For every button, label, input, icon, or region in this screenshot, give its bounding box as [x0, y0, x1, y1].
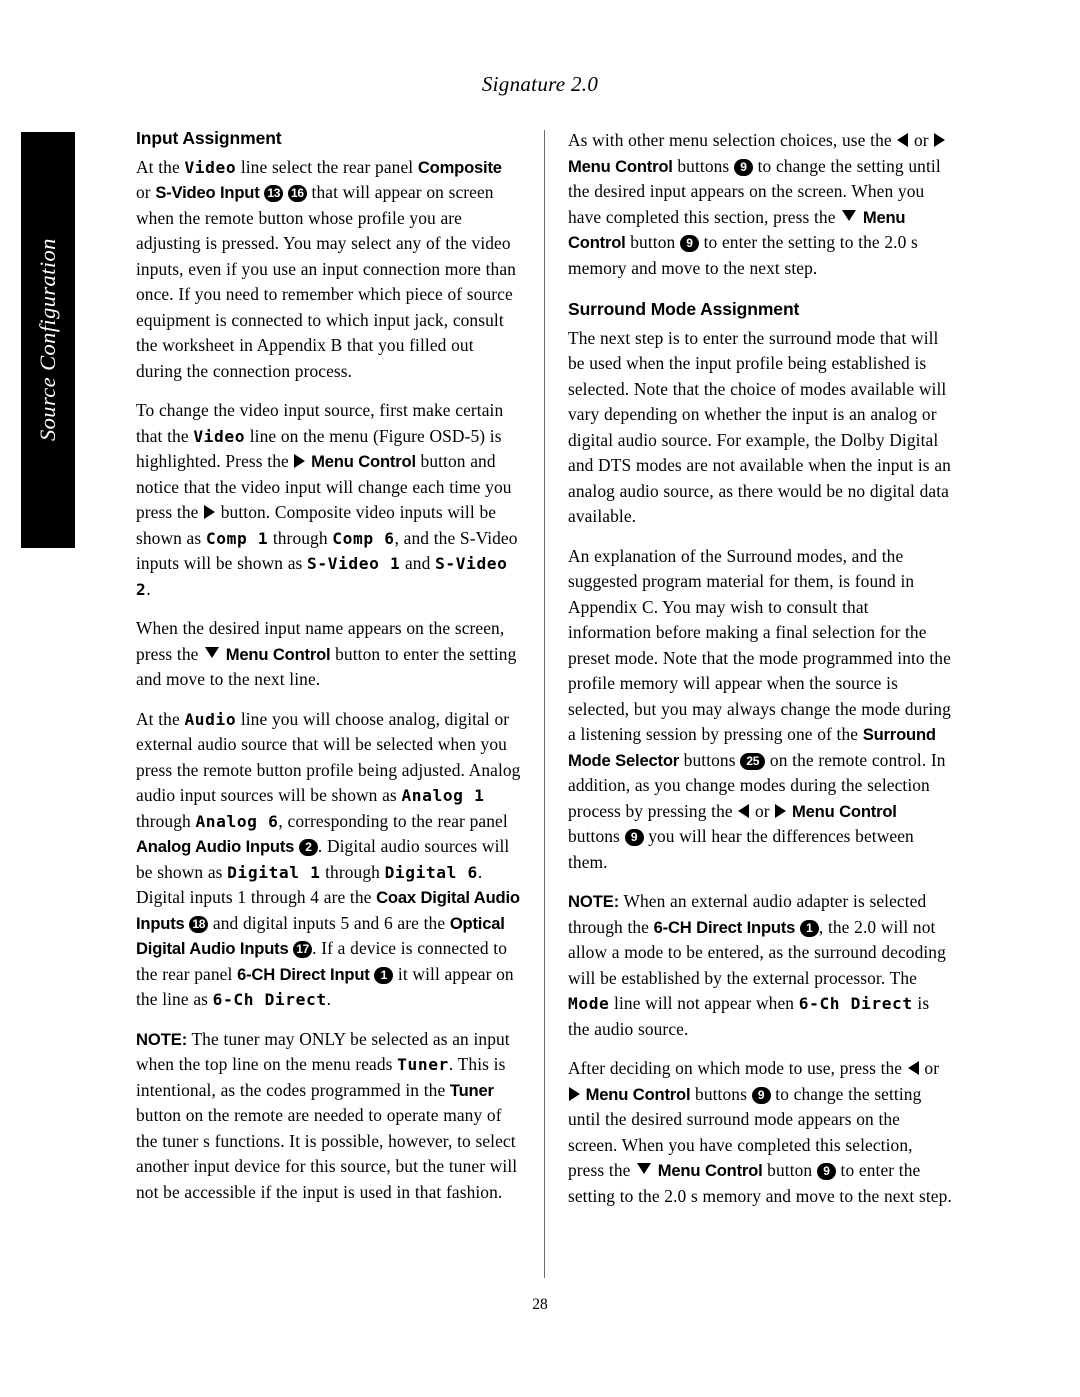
callout-number: 16 — [287, 185, 307, 203]
control-menu-control: Menu Control — [568, 156, 673, 176]
text: that will appear on screen when the remo… — [136, 182, 516, 381]
control-menu: Menu — [657, 1161, 701, 1181]
callout-number: 1 — [374, 966, 394, 984]
paragraph-surround-1: The next step is to enter the surround m… — [568, 326, 953, 530]
control-tuner: Tuner — [449, 1080, 494, 1100]
text: As with other menu selection choices, us… — [568, 130, 897, 150]
running-head: Signature 2.0 — [481, 72, 599, 96]
control-menu-control: Menu Control — [225, 644, 331, 664]
paragraph-input-assignment-4: At the Audio line you will choose analog… — [136, 707, 521, 1013]
control-menu-control: Menu Control — [311, 452, 416, 472]
lcd-comp-1: Comp 1 — [205, 528, 269, 548]
note-tuner: NOTE: The tuner may ONLY be selected as … — [136, 1027, 521, 1206]
callout-number: 9 — [751, 1086, 771, 1104]
text: . — [326, 989, 332, 1010]
control-menu-control: Menu Control — [792, 801, 897, 821]
control-analog-audio-inputs: Analog Audio Inputs — [136, 837, 295, 857]
arrow-down-icon — [842, 209, 857, 221]
text: , corresponding to the rear panel — [278, 810, 508, 831]
callout-number: 9 — [679, 235, 699, 252]
lcd-video: Video — [184, 157, 237, 177]
text: The next step is to enter the surround m… — [568, 327, 951, 527]
control-s-video-input: S-Video Input — [155, 183, 260, 203]
paragraph-input-assignment-3: When the desired input name appears on t… — [136, 616, 521, 693]
text: through — [268, 527, 333, 548]
note-label: NOTE: — [568, 892, 620, 912]
text: through — [136, 810, 196, 831]
lcd-video: Video — [193, 426, 246, 446]
text: buttons — [568, 826, 625, 847]
heading-input-assignment: Input Assignment — [136, 128, 282, 148]
text: buttons — [690, 1083, 752, 1104]
text: button — [625, 232, 680, 252]
control-6-ch-direct-input: 6-CH Direct Input — [237, 964, 370, 984]
text: or — [750, 800, 775, 821]
lcd-tuner: Tuner — [397, 1055, 449, 1075]
arrow-right-icon — [934, 133, 946, 147]
control-6-ch-direct-inputs: 6-CH Direct Inputs — [653, 917, 796, 937]
arrow-left-icon — [738, 803, 750, 818]
text: buttons — [679, 749, 741, 770]
paragraph-input-assignment-1: At the Video line select the rear panel … — [136, 155, 521, 385]
page-number: 28 — [532, 1296, 548, 1313]
text: . — [146, 578, 151, 599]
arrow-left-icon — [907, 1061, 919, 1076]
note-6-ch-direct: NOTE: When an external audio adapter is … — [568, 889, 953, 1042]
lcd-6-ch-direct: 6-Ch Direct — [212, 990, 327, 1010]
lcd-analog-1: Analog 1 — [401, 786, 485, 806]
text: or — [136, 182, 156, 203]
right-column: As with other menu selection choices, us… — [568, 128, 953, 1223]
control-control: Control — [704, 1161, 763, 1181]
arrow-right-icon — [775, 803, 787, 818]
callout-number: 25 — [740, 752, 766, 770]
callout-number: 17 — [293, 941, 313, 959]
text: After deciding on which mode to use, pre… — [568, 1058, 907, 1079]
left-column: Input Assignment At the Video line selec… — [136, 128, 521, 1219]
text: and — [400, 553, 436, 574]
column-divider — [544, 130, 545, 1278]
control-composite: Composite — [417, 157, 502, 177]
arrow-right-icon — [204, 505, 216, 520]
text: line will not appear when — [609, 993, 799, 1014]
callout-number: 9 — [624, 829, 644, 847]
lcd-analog-6: Analog 6 — [195, 811, 279, 831]
paragraph-input-assignment-2: To change the video input source, first … — [136, 398, 521, 602]
callout-number: 9 — [733, 158, 753, 176]
text: An explanation of the Surround modes, an… — [568, 545, 951, 745]
arrow-down-icon — [205, 646, 220, 658]
text: button — [762, 1160, 817, 1181]
paragraph-menu-control-1: As with other menu selection choices, us… — [568, 128, 953, 281]
lcd-comp-6: Comp 6 — [332, 528, 395, 548]
heading-surround-mode-assignment: Surround Mode Assignment — [568, 299, 800, 319]
text: At the — [136, 708, 185, 729]
lcd-s-video-1: S-Video 1 — [307, 554, 401, 574]
lcd-digital-1: Digital 1 — [227, 862, 321, 882]
arrow-right-icon — [569, 1086, 580, 1101]
callout-number: 9 — [816, 1163, 836, 1181]
callout-number: 18 — [189, 915, 209, 933]
lcd-audio: Audio — [184, 709, 237, 729]
text: At the — [136, 156, 185, 177]
text: and digital inputs 5 and 6 are the — [208, 912, 450, 933]
paragraph-surround-3: After deciding on which mode to use, pre… — [568, 1056, 953, 1209]
text: buttons — [672, 155, 734, 176]
callout-number: 13 — [264, 185, 284, 203]
text: or — [919, 1058, 940, 1079]
text: or — [909, 130, 934, 150]
text: through — [320, 861, 385, 882]
arrow-right-icon — [294, 454, 306, 469]
note-label: NOTE: — [136, 1029, 188, 1049]
arrow-down-icon — [637, 1163, 652, 1175]
control-menu-control: Menu Control — [585, 1084, 691, 1104]
lcd-mode: Mode — [568, 994, 610, 1014]
lcd-6-ch-direct: 6-Ch Direct — [798, 994, 913, 1014]
text: button on the remote are needed to opera… — [136, 1105, 518, 1202]
lcd-digital-6: Digital 6 — [384, 862, 478, 882]
callout-number: 2 — [298, 839, 318, 857]
paragraph-surround-2: An explanation of the Surround modes, an… — [568, 544, 953, 876]
callout-number: 1 — [799, 919, 819, 937]
arrow-left-icon — [897, 133, 909, 147]
text: line select the rear panel — [236, 156, 418, 177]
side-tab-label: Source Configuration — [35, 238, 60, 442]
